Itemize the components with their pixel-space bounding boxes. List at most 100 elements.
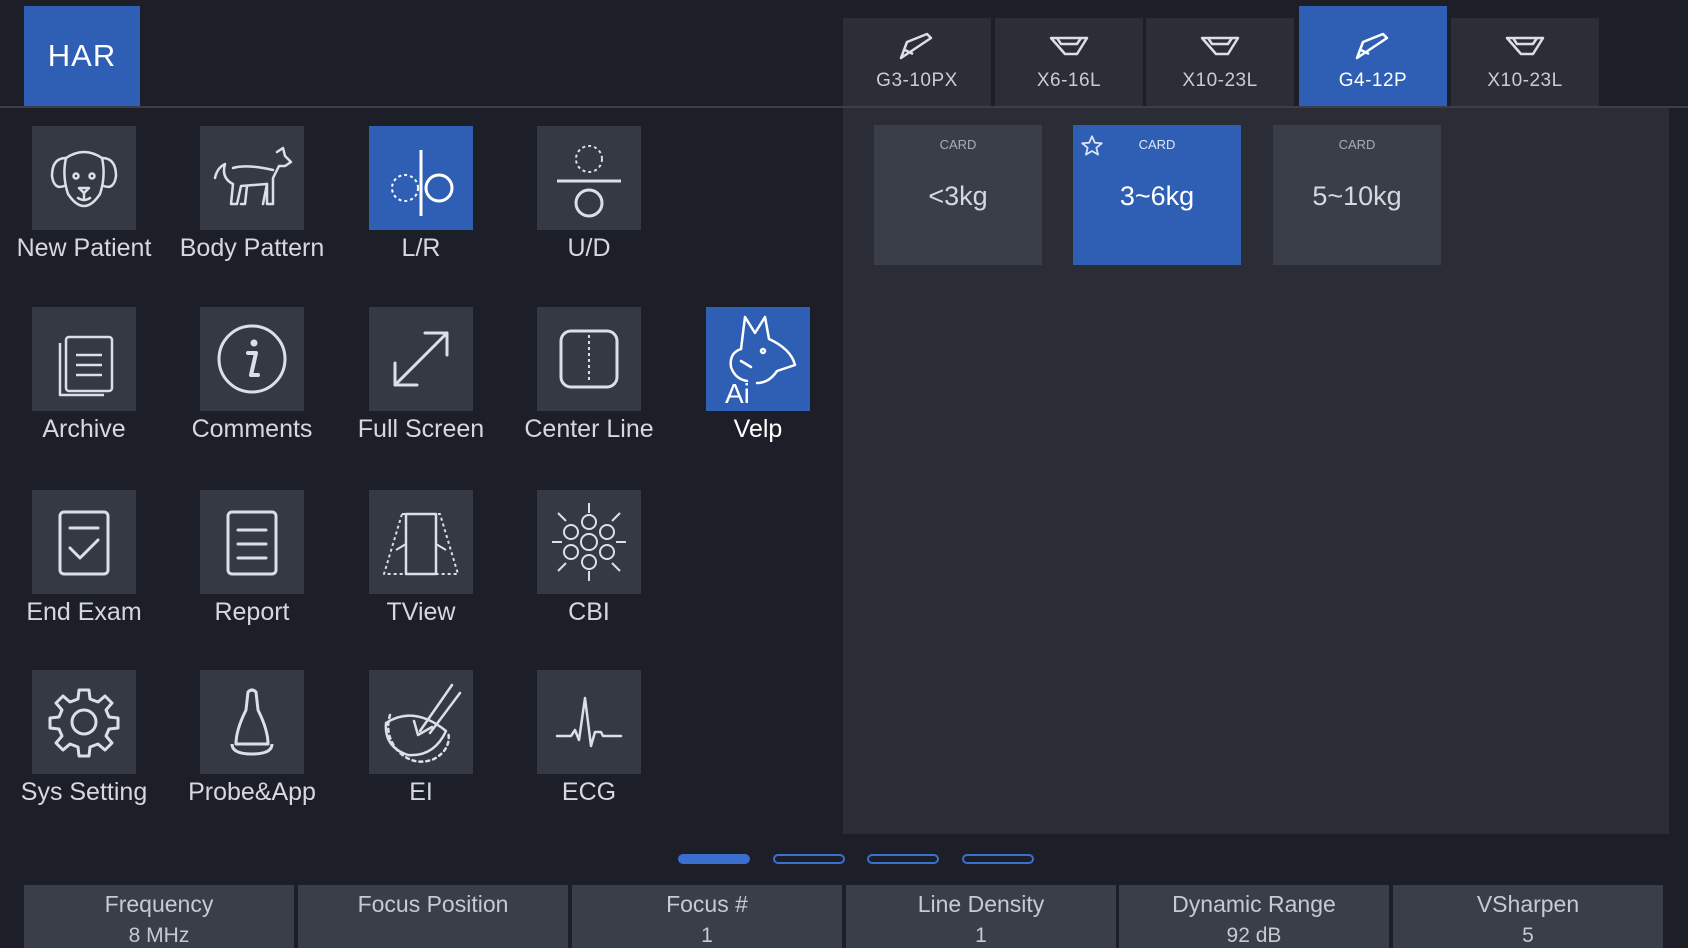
preset-tag: CARD [1338,137,1376,152]
body-pattern-button[interactable]: Body Pattern [168,126,336,263]
probe-tab-x6-16l[interactable]: X6-16L [995,18,1143,106]
preset-card-3-6kg[interactable]: CARD 3~6kg [1073,125,1241,265]
tview-button[interactable]: TView [337,490,505,627]
probe-label: X6-16L [1036,70,1102,91]
tview-tile [369,490,473,594]
convex-probe-icon [899,32,933,60]
ai-pet-icon: Ai [725,315,797,409]
probe-app-button[interactable]: Probe&App [168,670,336,807]
preset-card-lt3kg[interactable]: CARD <3kg [874,125,1042,265]
preset-panel: CARD <3kg CARD 3~6kg CARD 5~10kg [843,108,1669,834]
button-label: Velp [733,415,783,443]
param-value: 5 [1522,924,1534,947]
report-tile [200,490,304,594]
probe-tab-g4-12p[interactable]: G4-12P [1299,6,1447,106]
probe-tab-x10-23l-2[interactable]: X10-23L [1451,18,1599,106]
sys-setting-tile [32,670,136,774]
page-indicator-1[interactable] [678,854,750,864]
param-focus-count[interactable]: Focus # 1 [572,885,842,948]
button-label: CBI [568,598,610,626]
ecg-button[interactable]: ECG [505,670,673,807]
svg-text:Ai: Ai [725,378,750,409]
preset-card-5-10kg[interactable]: CARD 5~10kg [1273,125,1441,265]
har-mode-tab[interactable]: HAR [24,6,140,106]
param-name: Focus Position [357,891,509,917]
param-vsharpen[interactable]: VSharpen 5 [1393,885,1663,948]
probe-app-tile [200,670,304,774]
page-indicator-4[interactable] [962,854,1034,864]
probe-label: G4-12P [1338,70,1408,91]
linear-probe-icon [1505,36,1545,56]
param-value: 92 dB [1226,924,1282,947]
param-name: VSharpen [1476,891,1580,917]
button-label: Comments [191,415,313,443]
dog-face-icon [50,150,118,208]
param-value: 1 [975,924,987,947]
param-name: Dynamic Range [1172,891,1336,917]
archive-button[interactable]: Archive [0,307,168,444]
linear-probe-icon [1200,36,1240,56]
report-icon [226,510,278,576]
ecg-icon [555,696,623,748]
button-label: New Patient [16,234,152,262]
comments-button[interactable]: Comments [168,307,336,444]
ei-button[interactable]: EI [337,670,505,807]
up-down-tile [537,126,641,230]
end-exam-button[interactable]: End Exam [0,490,168,627]
button-label: EI [409,778,433,806]
dog-body-icon [213,146,293,206]
left-right-icon [391,150,454,216]
button-label: End Exam [26,598,142,626]
button-label: L/R [401,234,441,262]
center-line-tile [537,307,641,411]
param-line-density[interactable]: Line Density 1 [846,885,1116,948]
velp-button[interactable]: Ai Velp [674,307,842,444]
cbi-button[interactable]: CBI [505,490,673,627]
ecg-tile [537,670,641,774]
preset-value: 5~10kg [1312,181,1402,211]
cbi-icon [552,503,626,581]
report-button[interactable]: Report [168,490,336,627]
up-down-button[interactable]: U/D [505,126,673,263]
probe-tab-x10-23l[interactable]: X10-23L [1146,18,1294,106]
page-indicator-2[interactable] [773,854,845,864]
left-right-tile [369,126,473,230]
button-label: ECG [561,778,617,806]
button-label: Report [214,598,290,626]
left-right-button[interactable]: L/R [337,126,505,263]
expand-icon [393,331,449,387]
param-focus-position[interactable]: Focus Position [298,885,568,948]
probe-label: G3-10PX [876,70,958,91]
body-pattern-tile [200,126,304,230]
button-label: Probe&App [188,778,316,806]
preset-value: <3kg [928,181,988,211]
param-dynamic-range[interactable]: Dynamic Range 92 dB [1119,885,1389,948]
gear-icon [48,688,120,758]
end-exam-tile [32,490,136,594]
probe-label: X10-23L [1487,70,1563,91]
param-name: Frequency [104,891,214,917]
full-screen-button[interactable]: Full Screen [337,307,505,444]
button-label: TView [386,598,456,626]
probe-label: X10-23L [1182,70,1258,91]
archive-icon [58,335,114,397]
button-label: Center Line [524,415,654,443]
preset-value: 3~6kg [1119,181,1195,211]
ei-tile [369,670,473,774]
center-line-button[interactable]: Center Line [505,307,673,444]
param-name: Line Density [917,891,1045,917]
cbi-tile [537,490,641,594]
param-frequency[interactable]: Frequency 8 MHz [24,885,294,948]
page-indicator-3[interactable] [867,854,939,864]
sys-setting-button[interactable]: Sys Setting [0,670,168,807]
probe-tab-g3-10px[interactable]: G3-10PX [843,18,991,106]
archive-tile [32,307,136,411]
ei-icon [384,683,462,763]
preset-tag: CARD [1138,137,1176,152]
button-label: U/D [567,234,611,262]
button-label: Archive [42,415,126,443]
full-screen-tile [369,307,473,411]
param-name: Focus # [666,891,748,917]
new-patient-button[interactable]: New Patient [0,126,168,263]
button-label: Body Pattern [179,234,325,262]
